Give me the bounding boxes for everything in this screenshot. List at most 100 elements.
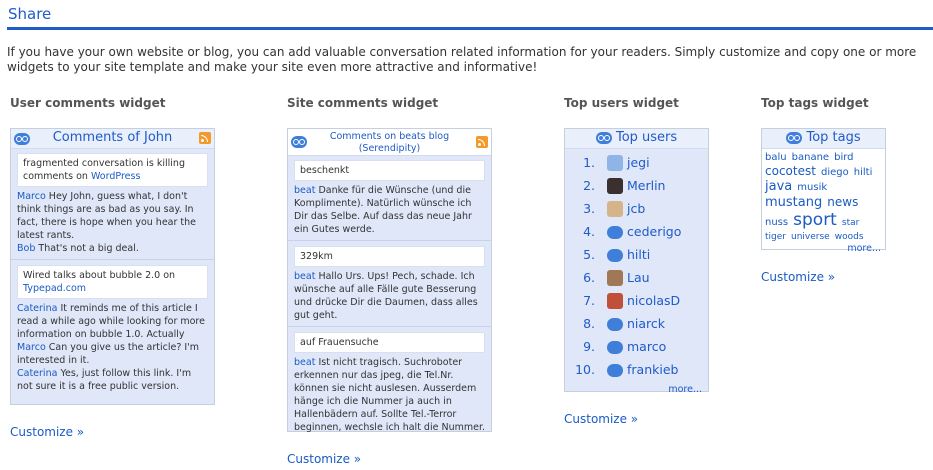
topic-link[interactable]: WordPress — [91, 171, 140, 182]
tag-link[interactable]: bird — [834, 152, 853, 163]
user-name-link[interactable]: Merlin — [627, 179, 665, 192]
thread-topic[interactable]: 329km — [294, 246, 485, 267]
comment-author[interactable]: beat — [294, 185, 315, 196]
comment: Bob That's not a big deal. — [11, 242, 214, 255]
topic-text: Wired talks about bubble 2.0 on — [23, 270, 176, 281]
tag-link[interactable]: star — [842, 218, 859, 228]
comment-author[interactable]: Marco — [17, 342, 46, 353]
user-name-link[interactable]: cederigo — [627, 225, 681, 238]
user-name-link[interactable]: jegi — [627, 156, 650, 169]
tag-link[interactable]: universe — [791, 232, 830, 242]
top-user-row[interactable]: 10. frankieb — [565, 360, 708, 383]
tag-link[interactable]: hilti — [854, 167, 873, 178]
tag-link[interactable]: mustang — [765, 195, 822, 210]
rss-icon[interactable] — [199, 132, 211, 144]
top-user-row[interactable]: 3. jcb — [565, 199, 708, 222]
more-users-link[interactable]: more... — [565, 383, 708, 396]
top-user-row[interactable]: 5. hilti — [565, 245, 708, 268]
comment-author[interactable]: Caterina — [17, 368, 57, 379]
top-user-row[interactable]: 2. Merlin — [565, 176, 708, 199]
comment-author[interactable]: Marco — [17, 191, 46, 202]
cocomment-logo-icon — [595, 131, 612, 144]
user-comments-column: User comments widget — [10, 96, 165, 110]
cocomment-logo-icon[interactable] — [607, 318, 623, 331]
customize-top-tags-link[interactable]: Customize » — [761, 270, 835, 284]
comment: Caterina Yes, just follow this link. I'm… — [11, 367, 214, 393]
photo-avatar-icon[interactable] — [607, 270, 623, 286]
tag-link[interactable]: balu — [765, 152, 787, 163]
tag-link[interactable]: musik — [797, 182, 827, 193]
top-user-row[interactable]: 7. nicolasD — [565, 291, 708, 314]
customize-top-users-link[interactable]: Customize » — [564, 412, 638, 426]
user-rank: 8. — [583, 316, 595, 331]
photo-avatar-icon[interactable] — [607, 178, 623, 194]
user-name-link[interactable]: hilti — [627, 248, 650, 261]
tag-link[interactable]: news — [827, 195, 858, 209]
cocomment-logo-icon[interactable] — [607, 364, 623, 377]
cocomment-logo-icon[interactable] — [607, 226, 623, 239]
user-rank: 4. — [583, 224, 595, 239]
widget-title: Top tags — [806, 130, 861, 145]
tag-link[interactable]: woods — [835, 232, 864, 242]
top-user-row[interactable]: 1. jegi — [565, 153, 708, 176]
user-comments-widget: Comments of John fragmented conversation… — [10, 128, 215, 405]
user-rank: 1. — [583, 155, 595, 170]
top-users-widget: Top users 1. jegi 2. Merlin 3. jcb 4. cederigo 5… — [564, 128, 709, 395]
tag-link[interactable]: banane — [792, 152, 829, 163]
tag-link[interactable]: tiger — [765, 232, 786, 242]
cocomment-logo-icon[interactable] — [607, 249, 623, 262]
widget-title-wrap: Top tags — [762, 131, 885, 144]
comment: beat Danke für die Wünsche (und die Komp… — [288, 184, 491, 236]
cocomment-logo-icon[interactable] — [607, 341, 623, 354]
top-tags-widget: Top tags balu banane bird cocotest diego… — [761, 128, 886, 254]
customize-user-comments-link[interactable]: Customize » — [10, 425, 84, 439]
tag-link[interactable]: nuss — [765, 217, 788, 228]
customize-site-comments-link[interactable]: Customize » — [287, 452, 361, 466]
topic-link[interactable]: Typepad.com — [23, 283, 86, 294]
photo-avatar-icon[interactable] — [607, 293, 623, 309]
top-user-row[interactable]: 4. cederigo — [565, 222, 708, 245]
comment-text: Danke für die Wünsche (und die Komplimen… — [294, 185, 472, 235]
page-header: Share — [7, 0, 933, 30]
comment-author[interactable]: Caterina — [17, 303, 57, 314]
divider — [288, 326, 491, 327]
user-name-link[interactable]: nicolasD — [627, 294, 680, 307]
user-name-link[interactable]: niarck — [627, 317, 665, 330]
tag-link[interactable]: sport — [793, 210, 837, 230]
tag-link[interactable]: cocotest — [765, 164, 816, 178]
comment-author[interactable]: beat — [294, 271, 315, 282]
top-user-row[interactable]: 8. niarck — [565, 314, 708, 337]
more-tags-link[interactable]: more... — [762, 242, 885, 255]
cocomment-logo-icon — [786, 131, 803, 144]
user-name-link[interactable]: Lau — [627, 271, 650, 284]
thread-topic[interactable]: auf Frauensuche — [294, 332, 485, 353]
top-tags-column: Top tags widget — [761, 96, 869, 110]
top-user-row[interactable]: 6. Lau — [565, 268, 708, 291]
top-user-row[interactable]: 9. marco — [565, 337, 708, 360]
widget-title-wrap: Top users — [565, 131, 708, 144]
site-comments-column: Site comments widget — [287, 96, 438, 110]
photo-avatar-icon[interactable] — [607, 201, 623, 217]
user-rank: 6. — [583, 270, 595, 285]
widget-header: Top tags — [762, 129, 885, 149]
rss-icon[interactable] — [476, 136, 488, 148]
thread-topic[interactable]: beschenkt — [294, 160, 485, 181]
user-name-link[interactable]: frankieb — [627, 363, 678, 376]
top-tags-heading: Top tags widget — [761, 96, 869, 110]
tag-link[interactable]: java — [765, 179, 792, 194]
person-avatar-icon[interactable] — [607, 155, 623, 171]
widget-header: Comments on beats blog (Serendipity) — [288, 129, 491, 156]
comment: Marco Hey John, guess what, I don't thin… — [11, 190, 214, 242]
widget-title: Comments on beats blog (Serendipity) — [329, 131, 450, 154]
user-comments-heading: User comments widget — [10, 96, 166, 110]
comment-text: That's not a big deal. — [38, 243, 139, 254]
comment-text: Ist nicht tragisch. Suchroboter erkennen… — [294, 357, 486, 433]
user-name-link[interactable]: marco — [627, 340, 666, 353]
user-rank: 3. — [583, 201, 595, 216]
tag-link[interactable]: diego — [821, 167, 849, 178]
comment-author[interactable]: Bob — [17, 243, 35, 254]
user-rank: 2. — [583, 178, 595, 193]
user-rank: 7. — [583, 293, 595, 308]
user-name-link[interactable]: jcb — [627, 202, 645, 215]
comment-author[interactable]: beat — [294, 357, 315, 368]
